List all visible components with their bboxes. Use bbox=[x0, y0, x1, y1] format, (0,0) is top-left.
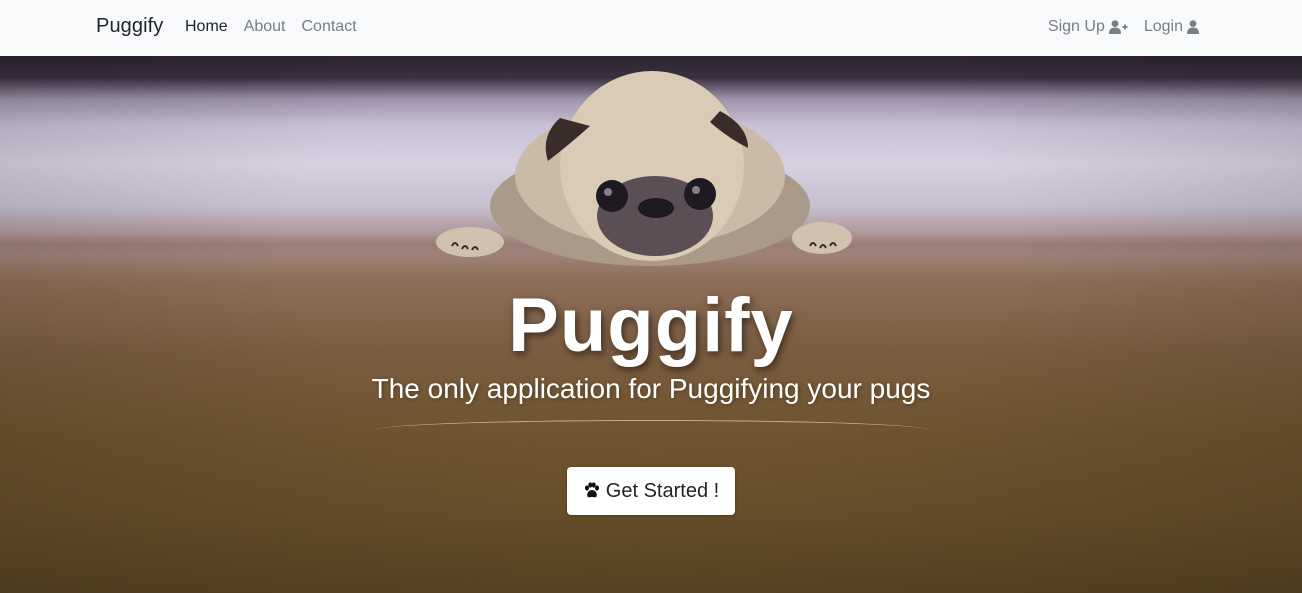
get-started-button[interactable]: Get Started ! bbox=[567, 467, 735, 515]
get-started-label: Get Started ! bbox=[605, 479, 720, 502]
login-link[interactable]: Login bbox=[1144, 18, 1199, 36]
user-plus-icon bbox=[1108, 20, 1128, 34]
hero-section: Puggify The only application for Puggify… bbox=[0, 56, 1302, 593]
user-icon bbox=[1187, 20, 1199, 34]
nav-home[interactable]: Home bbox=[185, 18, 228, 36]
paw-icon bbox=[583, 482, 601, 500]
top-navbar: Puggify Home About Contact Sign Up Login bbox=[0, 0, 1302, 56]
nav-contact[interactable]: Contact bbox=[302, 18, 357, 36]
hero-subtitle: The only application for Puggifying your… bbox=[371, 373, 931, 404]
sign-up-link[interactable]: Sign Up bbox=[1048, 18, 1128, 36]
login-label: Login bbox=[1143, 18, 1183, 35]
hero-title: Puggify bbox=[508, 283, 794, 368]
brand-logo[interactable]: Puggify bbox=[96, 15, 163, 38]
main-nav: Home About Contact bbox=[185, 18, 357, 36]
nav-about[interactable]: About bbox=[244, 18, 286, 36]
auth-nav: Sign Up Login bbox=[1048, 18, 1199, 36]
sign-up-label: Sign Up bbox=[1047, 18, 1105, 35]
